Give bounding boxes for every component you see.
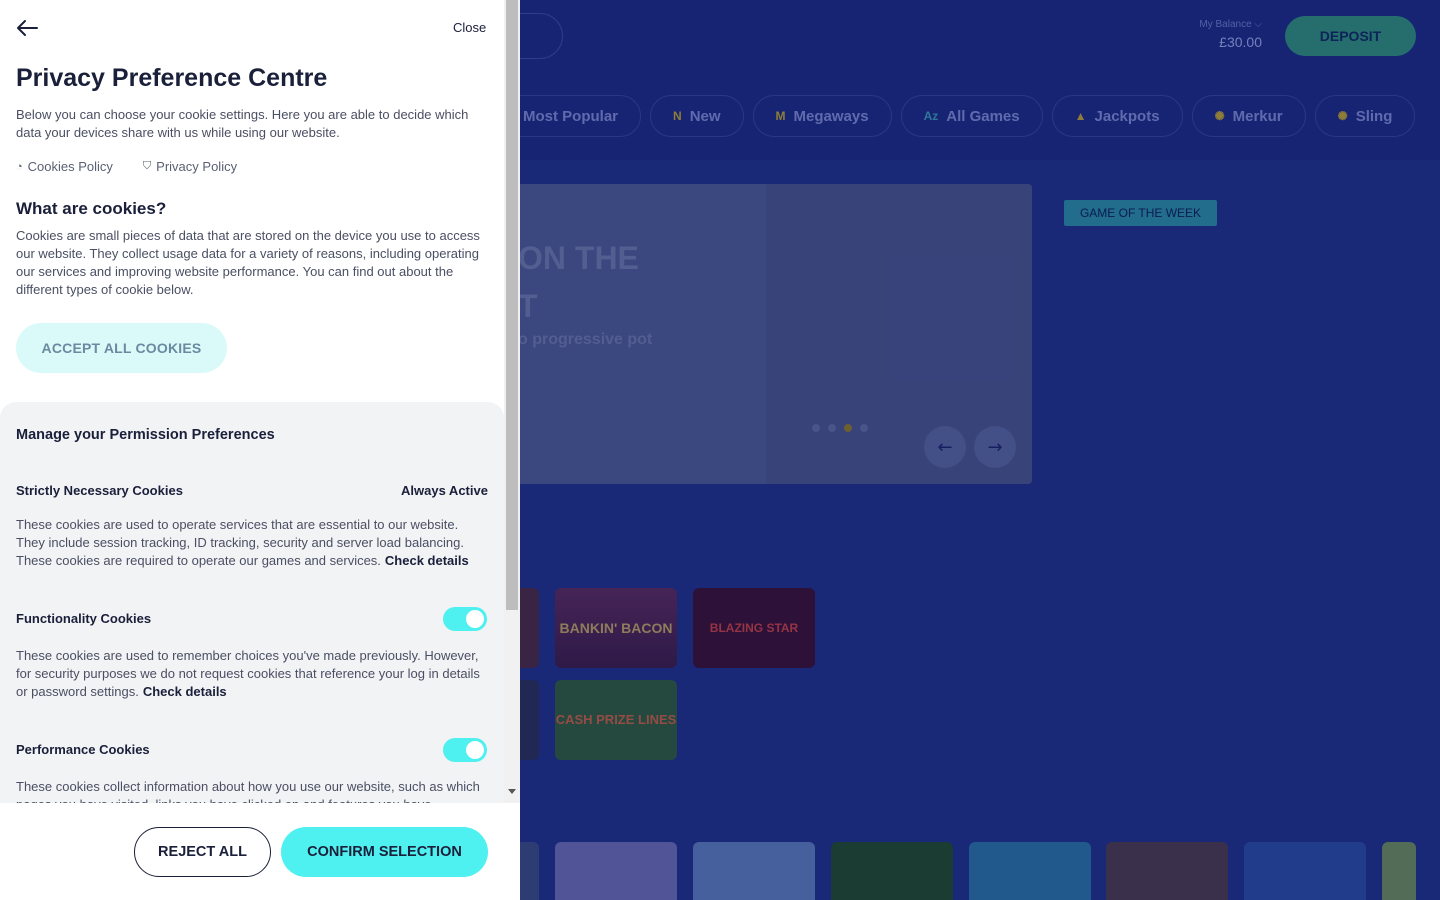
performance-cookies-title: Performance Cookies xyxy=(16,742,150,757)
panel-footer: REJECT ALL CONFIRM SELECTION xyxy=(0,803,520,900)
scroll-down-icon[interactable] xyxy=(508,789,516,794)
toggle-knob xyxy=(466,741,484,759)
panel-scrollbar[interactable] xyxy=(504,0,520,803)
confirm-selection-button[interactable]: CONFIRM SELECTION xyxy=(281,827,488,877)
description-text: These cookies are used to remember choic… xyxy=(16,648,480,699)
cookies-policy-link[interactable]: ◔ Cookies Policy xyxy=(16,159,113,174)
reject-all-button[interactable]: REJECT ALL xyxy=(134,827,271,877)
what-are-cookies-text: Cookies are small pieces of data that ar… xyxy=(16,228,480,297)
performance-cookies-description: These cookies collect information about … xyxy=(16,779,480,803)
cookie-icon: ◔ xyxy=(16,160,23,173)
functionality-cookies-description: These cookies are used to remember choic… xyxy=(16,647,488,701)
shield-icon: ⛉ xyxy=(142,160,152,172)
privacy-policy-label: Privacy Policy xyxy=(156,159,238,174)
close-button[interactable]: Close xyxy=(453,20,486,35)
panel-title: Privacy Preference Centre xyxy=(16,64,328,92)
privacy-policy-link[interactable]: ⛉ Privacy Policy xyxy=(143,159,237,174)
policy-links: ◔ Cookies Policy ⛉ Privacy Policy xyxy=(16,159,237,174)
accept-all-cookies-button[interactable]: ACCEPT ALL COOKIES xyxy=(16,323,227,373)
what-are-cookies-heading: What are cookies? xyxy=(16,199,167,218)
always-active-status: Always Active xyxy=(401,483,488,498)
back-arrow-icon[interactable] xyxy=(15,17,39,39)
panel-scroll-area: Close Privacy Preference Centre Below yo… xyxy=(0,0,520,803)
performance-cookies-toggle[interactable] xyxy=(443,738,487,762)
strictly-necessary-description: These cookies are used to operate servic… xyxy=(16,516,488,570)
privacy-preference-panel: Close Privacy Preference Centre Below yo… xyxy=(0,0,520,900)
functionality-cookies-toggle[interactable] xyxy=(443,607,487,631)
intro-text: Below you can choose your cookie setting… xyxy=(16,107,469,140)
cookies-policy-label: Cookies Policy xyxy=(27,159,113,174)
functionality-cookies-title: Functionality Cookies xyxy=(16,611,152,626)
check-details-link[interactable]: Check details xyxy=(385,553,469,568)
toggle-knob xyxy=(466,610,484,628)
check-details-link[interactable]: Check details xyxy=(143,684,227,699)
manage-preferences-heading: Manage your Permission Preferences xyxy=(16,427,275,443)
permission-preferences: Manage your Permission Preferences Stric… xyxy=(0,402,504,803)
strictly-necessary-title: Strictly Necessary Cookies xyxy=(16,483,183,498)
scrollbar-thumb[interactable] xyxy=(506,0,518,610)
